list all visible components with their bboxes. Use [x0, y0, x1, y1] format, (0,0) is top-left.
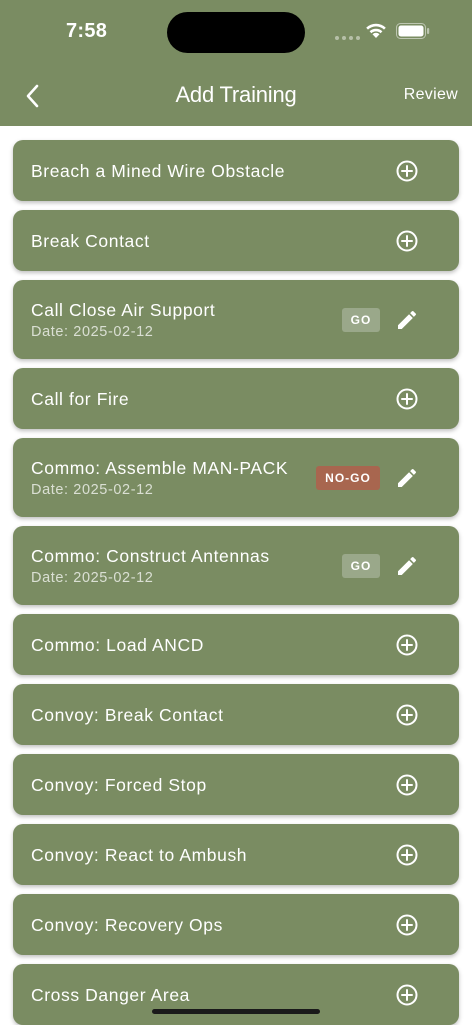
- nav-header: 7:58 Add Training Review: [0, 0, 472, 126]
- add-circle-icon[interactable]: [395, 773, 419, 797]
- training-item[interactable]: Call Close Air Support Date: 2025-02-12 GO: [13, 280, 459, 359]
- signal-dots-icon: [335, 36, 360, 40]
- add-circle-icon[interactable]: [395, 159, 419, 183]
- training-item-title: Commo: Assemble MAN-PACK: [31, 458, 289, 478]
- no-go-status-badge: NO-GO: [316, 466, 380, 490]
- wifi-icon: [366, 23, 386, 38]
- training-item-title: Breach a Mined Wire Obstacle: [31, 161, 286, 181]
- training-item-title: Break Contact: [31, 231, 150, 251]
- training-item-title: Commo: Construct Antennas: [31, 546, 270, 566]
- training-item[interactable]: Cross Danger Area: [13, 964, 459, 1025]
- go-status-badge: GO: [342, 554, 380, 578]
- training-item[interactable]: Convoy: Recovery Ops: [13, 894, 459, 955]
- training-item[interactable]: Commo: Construct Antennas Date: 2025-02-1…: [13, 526, 459, 605]
- status-time: 7:58: [66, 20, 108, 42]
- edit-icon[interactable]: [395, 466, 419, 490]
- training-item[interactable]: Breach a Mined Wire Obstacle: [13, 140, 459, 201]
- page-title: Add Training: [175, 82, 297, 107]
- home-indicator: [152, 1009, 320, 1014]
- training-item-date: Date: 2025-02-12: [31, 324, 154, 340]
- add-circle-icon[interactable]: [395, 633, 419, 657]
- back-button[interactable]: [16, 78, 48, 114]
- training-item[interactable]: Commo: Load ANCD: [13, 614, 459, 675]
- training-item-title: Call Close Air Support: [31, 300, 216, 320]
- training-item-title: Commo: Load ANCD: [31, 635, 204, 655]
- training-item-title: Convoy: Recovery Ops: [31, 915, 223, 935]
- training-item[interactable]: Commo: Assemble MAN-PACK Date: 2025-02-12…: [13, 438, 459, 517]
- training-list: Breach a Mined Wire Obstacle Break Contac…: [13, 140, 459, 1025]
- training-item-title: Convoy: Forced Stop: [31, 775, 207, 795]
- chevron-left-icon: [26, 84, 39, 108]
- review-button[interactable]: Review: [404, 86, 458, 104]
- add-circle-icon[interactable]: [395, 387, 419, 411]
- edit-icon[interactable]: [395, 308, 419, 332]
- training-item[interactable]: Call for Fire: [13, 368, 459, 429]
- battery-icon: [396, 23, 430, 39]
- training-item-title: Call for Fire: [31, 389, 130, 409]
- go-status-badge: GO: [342, 308, 380, 332]
- training-item-title: Cross Danger Area: [31, 985, 191, 1005]
- training-item[interactable]: Convoy: React to Ambush: [13, 824, 459, 885]
- add-circle-icon[interactable]: [395, 983, 419, 1007]
- training-item[interactable]: Break Contact: [13, 210, 459, 271]
- dynamic-island: [167, 12, 305, 53]
- add-circle-icon[interactable]: [395, 229, 419, 253]
- training-item-date: Date: 2025-02-12: [31, 570, 154, 586]
- training-item[interactable]: Convoy: Break Contact: [13, 684, 459, 745]
- edit-icon[interactable]: [395, 554, 419, 578]
- training-item-date: Date: 2025-02-12: [31, 482, 154, 498]
- training-item[interactable]: Convoy: Forced Stop: [13, 754, 459, 815]
- add-circle-icon[interactable]: [395, 843, 419, 867]
- add-circle-icon[interactable]: [395, 913, 419, 937]
- training-item-title: Convoy: Break Contact: [31, 705, 224, 725]
- training-item-title: Convoy: React to Ambush: [31, 845, 248, 865]
- add-circle-icon[interactable]: [395, 703, 419, 727]
